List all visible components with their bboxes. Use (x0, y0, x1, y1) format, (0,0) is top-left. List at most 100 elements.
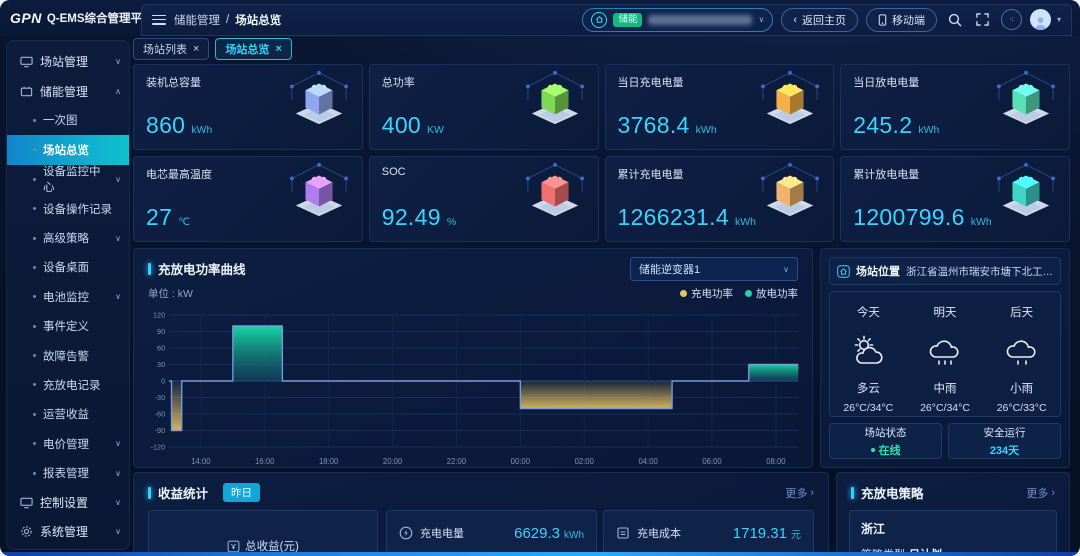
menu-toggle-icon[interactable] (152, 15, 166, 25)
sidebar-item-1[interactable]: 储能管理∧ (7, 76, 129, 105)
stat-card-7: 累计放电电量1200799.6kWh (840, 156, 1070, 242)
sidebar-item-label: 控制设置 (40, 494, 88, 511)
bullet-icon (33, 295, 36, 298)
status-box-1: 安全运行234天 (948, 423, 1061, 459)
strategy-panel: 充放电策略 更多 › 浙江策略类型日计划7-8, 12-1 (836, 472, 1070, 556)
inverter-select[interactable]: 储能逆变器1 ∨ (630, 257, 798, 281)
fullscreen-icon[interactable] (973, 10, 993, 30)
tab-0[interactable]: 场站列表 × (133, 38, 209, 60)
stat-card-unit: kWh (191, 124, 212, 136)
sidebar-item-7[interactable]: 设备桌面 (7, 253, 129, 282)
sidebar-item-label: 场站管理 (40, 53, 88, 70)
sidebar-item-3[interactable]: 场站总览 (7, 135, 129, 164)
strategy-more-link[interactable]: 更多 › (1026, 485, 1055, 501)
sidebar-item-label: 故障告警 (43, 348, 89, 364)
sidebar-item-10[interactable]: 故障告警 (7, 341, 129, 370)
stat-card-value: 1200799.6 (853, 204, 964, 231)
stat-card-valuerow: 860kWh (146, 112, 212, 139)
station-selector[interactable]: 储能 ∨ (582, 8, 773, 32)
breadcrumb-parent[interactable]: 储能管理 (174, 12, 220, 28)
tab-1[interactable]: 场站总览 × (215, 38, 291, 60)
main-content: 场站列表×场站总览× 装机总容量860kWh总功率400KW当日充电电量3768… (133, 38, 1070, 556)
back-home-button[interactable]: ‹ 返回主页 (781, 8, 858, 32)
location-address: 浙江省温州市瑞安市塘下北工业园区凤都… (906, 264, 1053, 279)
sidebar-item-label: 运营收益 (43, 406, 89, 422)
legend-dot-icon (745, 290, 752, 297)
sidebar-item-13[interactable]: 电价管理∨ (7, 429, 129, 458)
rain-icon (923, 332, 967, 370)
sidebar-item-label: 一次图 (43, 112, 78, 128)
sidebar-item-12[interactable]: 运营收益 (7, 400, 129, 429)
sidebar-item-15[interactable]: 控制设置∨ (7, 488, 129, 517)
bullet-icon (33, 383, 36, 386)
avatar-caret-icon: ▾ (1057, 15, 1061, 24)
legend-item-0[interactable]: 充电功率 (680, 286, 733, 301)
phone-icon (878, 14, 887, 26)
battery-3d-icon (753, 160, 827, 220)
stat-card-valuerow: 245.2 kWh (853, 112, 939, 139)
stat-cards-grid: 装机总容量860kWh总功率400KW当日充电电量3768.4kWh当日放电电量… (133, 64, 1070, 242)
battery-3d-icon (282, 160, 356, 220)
tab-close-icon[interactable]: × (275, 43, 281, 55)
breadcrumb: 储能管理 / 场站总览 (174, 12, 281, 28)
search-icon[interactable] (945, 10, 965, 30)
legend-dot-icon (680, 290, 687, 297)
tab-label: 场站列表 (143, 41, 187, 57)
revenue-cell-label: 充电成本 (637, 525, 681, 541)
legend-item-1[interactable]: 放电功率 (745, 286, 798, 301)
status-label: 安全运行 (984, 425, 1026, 440)
sidebar-item-label: 储能管理 (40, 83, 88, 100)
stat-card-2: 当日充电电量3768.4kWh (605, 64, 835, 150)
sidebar-item-11[interactable]: 充放电记录 (7, 370, 129, 399)
sidebar-item-14[interactable]: 报表管理∨ (7, 458, 129, 487)
weather-day-1: 明天中雨26°C/34°C (920, 304, 970, 416)
sidebar-item-0[interactable]: 场站管理∨ (7, 47, 129, 76)
power-curve-title: 充放电功率曲线 (158, 259, 246, 278)
online-dot-icon (871, 448, 875, 452)
svg-text:18:00: 18:00 (319, 457, 339, 466)
sidebar-item-label: 场站总览 (43, 142, 89, 158)
station-status-row: 场站状态在线安全运行234天 (829, 423, 1061, 459)
battery-3d-icon (989, 68, 1063, 128)
svg-text:-30: -30 (155, 393, 165, 402)
user-avatar[interactable] (1030, 9, 1051, 30)
revenue-more-link[interactable]: 更多 › (785, 485, 814, 501)
strategy-card-0[interactable]: 浙江策略类型日计划 (849, 510, 1057, 556)
sidebar-item-16[interactable]: 系统管理∨ (7, 517, 129, 546)
stat-card-unit: kWh (918, 124, 939, 136)
revenue-cell-0: 充电电量6629.3kWh (386, 510, 597, 556)
tab-close-icon[interactable]: × (193, 43, 199, 55)
sidebar-item-label: 设备监控中心 (43, 163, 108, 195)
bullet-icon (33, 178, 36, 181)
yesterday-badge[interactable]: 昨日 (223, 483, 260, 502)
stat-card-value: 245.2 (853, 112, 912, 139)
yuan-icon (227, 540, 240, 553)
mobile-button[interactable]: 移动端 (866, 8, 937, 32)
svg-text:90: 90 (157, 327, 165, 336)
battery-icon (20, 85, 33, 97)
sidebar-item-5[interactable]: 设备操作记录 (7, 194, 129, 223)
header-controls: 储能 ∨ ‹ 返回主页 移动端 (582, 8, 1061, 32)
stat-card-3: 当日放电电量245.2kWh (840, 64, 1070, 150)
stat-card-valuerow: 1200799.6kWh (853, 204, 991, 231)
house-icon (837, 265, 850, 278)
stat-card-valuerow: 400KW (382, 112, 444, 139)
tab-label: 场站总览 (225, 41, 269, 57)
svg-text:06:00: 06:00 (702, 457, 722, 466)
weather-temp: 26°C/34°C (843, 402, 893, 414)
svg-text:20:00: 20:00 (383, 457, 403, 466)
breadcrumb-current[interactable]: 场站总览 (235, 12, 281, 28)
circle-badge-icon[interactable]: ⁖ (1001, 9, 1022, 30)
svg-text:120: 120 (153, 310, 165, 319)
panel-accent-bar (148, 263, 151, 275)
sidebar-item-4[interactable]: 设备监控中心∨ (7, 165, 129, 194)
bullet-icon (33, 148, 36, 151)
strategy-cards: 浙江策略类型日计划7-8, 12-1 (837, 510, 1069, 556)
sidebar-item-6[interactable]: 高级策略∨ (7, 223, 129, 252)
power-curve-chart: 1209060300-30-60-90-12014:0016:0018:0020… (134, 301, 812, 473)
sidebar-item-2[interactable]: 一次图 (7, 106, 129, 135)
sidebar-item-8[interactable]: 电池监控∨ (7, 282, 129, 311)
stat-card-value: 400 (382, 112, 421, 139)
battery-3d-icon (989, 160, 1063, 220)
sidebar-item-9[interactable]: 事件定义 (7, 312, 129, 341)
